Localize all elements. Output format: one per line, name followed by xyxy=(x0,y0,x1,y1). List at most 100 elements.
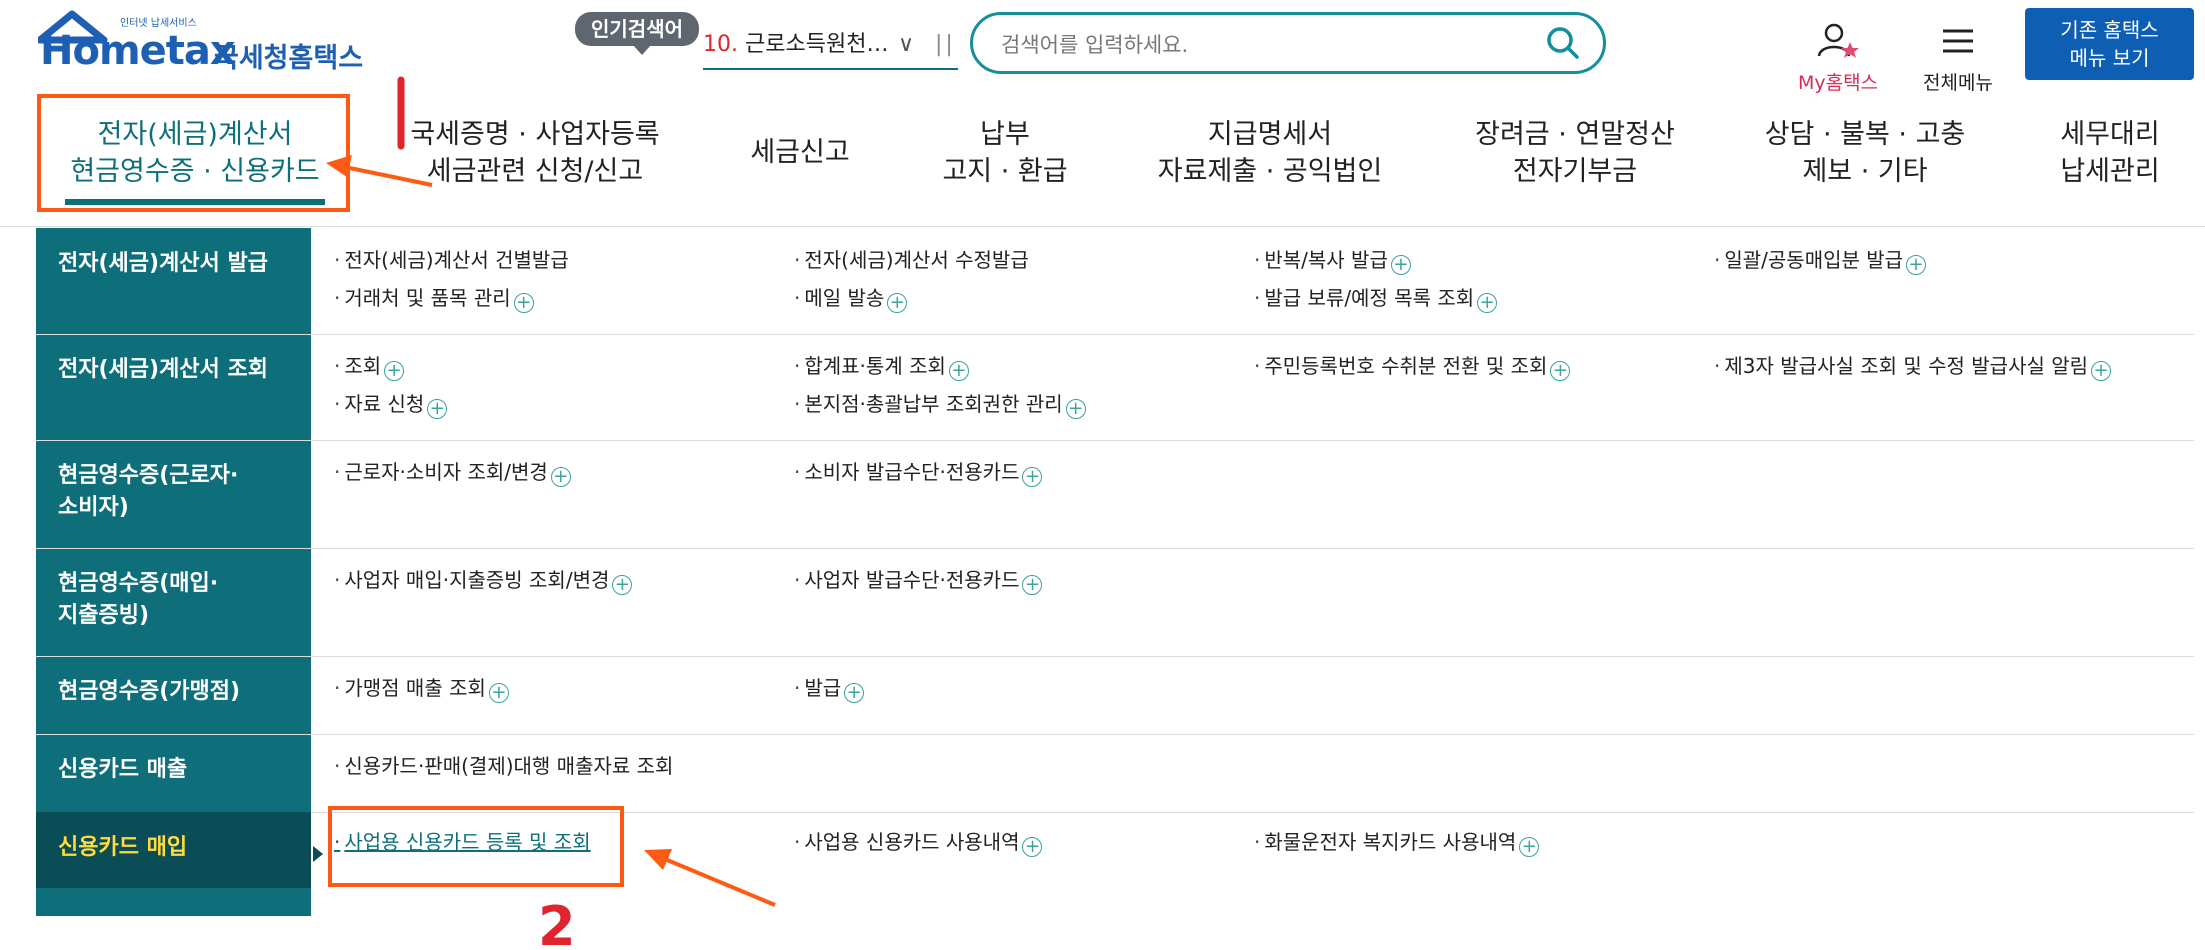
menu-category-e-invoice-issue[interactable]: 전자(세금)계산서 발급 xyxy=(36,228,311,334)
plus-circle-icon[interactable]: + xyxy=(612,575,633,595)
link-label: 발급 xyxy=(804,676,842,700)
category-label: 소비자) xyxy=(58,495,129,520)
nav-payment[interactable]: 납부 고지 · 환급 xyxy=(925,116,1085,190)
menu-link[interactable]: 일괄/공동매입분 발급+ xyxy=(1714,246,1927,275)
menu-link[interactable]: 사업자 발급수단·전용카드+ xyxy=(794,566,1043,595)
nav-tax-return[interactable]: 세금신고 xyxy=(720,134,880,171)
menu-link[interactable]: 제3자 발급사실 조회 및 수정 발급사실 알림+ xyxy=(1714,352,2112,381)
category-label: 현금영수증(가맹점) xyxy=(58,679,241,704)
link-label: 조회 xyxy=(344,354,382,378)
link-label: 전자(세금)계산서 건별발급 xyxy=(344,248,569,272)
menu-link[interactable]: 합계표·통계 조회+ xyxy=(794,352,969,381)
popular-term: 근로소득원천… xyxy=(745,32,889,57)
menu-link[interactable]: 거래처 및 품목 관리+ xyxy=(334,284,534,313)
plus-circle-icon[interactable]: + xyxy=(887,293,908,313)
menu-row-e-invoice-inquiry: 전자(세금)계산서 조회 조회+ 합계표·통계 조회+ 주민등록번호 수취분 전… xyxy=(36,334,2194,441)
plus-circle-icon[interactable]: + xyxy=(1477,293,1498,313)
plus-circle-icon[interactable]: + xyxy=(550,467,571,487)
link-label: 메일 발송 xyxy=(804,286,885,310)
link-label: 거래처 및 품목 관리 xyxy=(344,286,511,310)
nav-line2: 제보 · 기타 xyxy=(1802,156,1928,187)
logo-korean: 국세청홈택스 xyxy=(214,43,364,74)
nav-line1: 세무대리 xyxy=(2060,119,2160,150)
plus-circle-icon[interactable]: + xyxy=(384,361,405,381)
category-label: 현금영수증(매입· xyxy=(58,571,219,596)
nav-tax-agent[interactable]: 세무대리 납세관리 xyxy=(2030,116,2190,190)
menu-row-cash-receipt-consumer: 현금영수증(근로자· 소비자) 근로자·소비자 조회/변경+ 소비자 발급수단·… xyxy=(36,440,2194,549)
menu-category-cash-receipt-merchant[interactable]: 현금영수증(가맹점) xyxy=(36,656,311,734)
nav-payment-statement[interactable]: 지급명세서 자료제출 · 공익법인 xyxy=(1130,116,1410,190)
old-hometax-menu-button[interactable]: 기존 홈택스 메뉴 보기 xyxy=(2025,8,2194,80)
plus-circle-icon[interactable]: + xyxy=(1022,837,1043,857)
nav-line1: 장려금 · 연말정산 xyxy=(1475,119,1675,150)
hometax-logo[interactable]: 인터넷 납세서비스 Hometax 국세청홈택스 xyxy=(36,8,368,78)
menu-link[interactable]: 사업용 신용카드 사용내역+ xyxy=(794,828,1043,857)
plus-circle-icon[interactable]: + xyxy=(2091,361,2112,381)
old-menu-line1: 기존 홈택스 xyxy=(2060,18,2159,42)
plus-circle-icon[interactable]: + xyxy=(1906,255,1927,275)
nav-line1: 지급명세서 xyxy=(1207,119,1333,150)
menu-link[interactable]: 주민등록번호 수취분 전환 및 조회+ xyxy=(1254,352,1571,381)
menu-link[interactable]: 근로자·소비자 조회/변경+ xyxy=(334,458,571,487)
search-input[interactable] xyxy=(999,27,1523,63)
search-box xyxy=(970,12,1606,74)
all-menu-button[interactable]: 전체메뉴 xyxy=(1913,22,2003,95)
link-label: 제3자 발급사실 조회 및 수정 발급사실 알림 xyxy=(1724,354,2089,378)
link-label: 화물운전자 복지카드 사용내역 xyxy=(1264,830,1517,854)
nav-line2: 고지 · 환급 xyxy=(942,156,1068,187)
menu-link[interactable]: 본지점·총괄납부 조회권한 관리+ xyxy=(794,390,1086,419)
link-label: 반복/복사 발급 xyxy=(1264,248,1388,272)
nav-line1: 세금신고 xyxy=(750,137,850,168)
menu-category-cash-receipt-business[interactable]: 현금영수증(매입· 지출증빙) xyxy=(36,548,311,656)
menu-category-credit-card-purchase[interactable]: 신용카드 매입 xyxy=(36,812,323,888)
menu-link[interactable]: 전자(세금)계산서 수정발급 xyxy=(794,246,1029,274)
menu-link[interactable]: 전자(세금)계산서 건별발급 xyxy=(334,246,569,274)
my-hometax-button[interactable]: My홈택스 xyxy=(1788,22,1888,95)
popular-search-ticker[interactable]: 10. 근로소득원천… ∨ | | xyxy=(703,26,958,70)
chevron-down-icon[interactable]: ∨ xyxy=(898,26,914,64)
logo-wordmark: Hometax xyxy=(40,28,236,74)
hamburger-menu-icon xyxy=(1943,29,1973,53)
menu-link[interactable]: 발급+ xyxy=(794,674,865,703)
link-label: 신용카드·판매(결제)대행 매출자료 조회 xyxy=(344,754,674,778)
menu-category-credit-card-sales[interactable]: 신용카드 매출 xyxy=(36,734,311,812)
menu-category-e-invoice-inquiry[interactable]: 전자(세금)계산서 조회 xyxy=(36,334,311,440)
plus-circle-icon[interactable]: + xyxy=(1550,361,1571,381)
plus-circle-icon[interactable]: + xyxy=(1519,837,1540,857)
plus-circle-icon[interactable]: + xyxy=(1022,575,1043,595)
menu-link[interactable]: 신용카드·판매(결제)대행 매출자료 조회 xyxy=(334,752,673,780)
menu-link[interactable]: 가맹점 매출 조회+ xyxy=(334,674,509,703)
category-label: 전자(세금)계산서 발급 xyxy=(58,251,268,276)
menu-link[interactable]: 메일 발송+ xyxy=(794,284,908,313)
link-label: 본지점·총괄납부 조회권한 관리 xyxy=(804,392,1063,416)
plus-circle-icon[interactable]: + xyxy=(948,361,969,381)
plus-circle-icon[interactable]: + xyxy=(1390,255,1411,275)
menu-category-cash-receipt-consumer[interactable]: 현금영수증(근로자· 소비자) xyxy=(36,440,311,548)
nav-consult-appeal[interactable]: 상담 · 불복 · 고충 제보 · 기타 xyxy=(1745,116,1985,190)
plus-circle-icon[interactable]: + xyxy=(488,683,509,703)
plus-circle-icon[interactable]: + xyxy=(513,293,534,313)
category-label: 전자(세금)계산서 조회 xyxy=(58,357,268,382)
menu-link[interactable]: 반복/복사 발급+ xyxy=(1254,246,1411,275)
nav-tax-certificate-registration[interactable]: 국세증명 · 사업자등록 세금관련 신청/신고 xyxy=(395,116,675,190)
plus-circle-icon[interactable]: + xyxy=(1022,467,1043,487)
pause-icon[interactable]: | | xyxy=(935,26,953,64)
menu-link[interactable]: 화물운전자 복지카드 사용내역+ xyxy=(1254,828,1540,857)
menu-link[interactable]: 조회+ xyxy=(334,352,405,381)
user-star-icon xyxy=(1817,23,1859,58)
my-hometax-label: My홈택스 xyxy=(1797,72,1879,94)
search-icon[interactable] xyxy=(1545,25,1581,61)
plus-circle-icon[interactable]: + xyxy=(844,683,865,703)
plus-circle-icon[interactable]: + xyxy=(427,399,448,419)
link-label: 전자(세금)계산서 수정발급 xyxy=(804,248,1029,272)
plus-circle-icon[interactable]: + xyxy=(1065,399,1086,419)
annotation-highlight-link xyxy=(328,806,624,887)
menu-link[interactable]: 자료 신청+ xyxy=(334,390,448,419)
link-label: 사업용 신용카드 사용내역 xyxy=(804,830,1020,854)
nav-incentive-year-end[interactable]: 장려금 · 연말정산 전자기부금 xyxy=(1455,116,1695,190)
nav-line1: 납부 xyxy=(980,119,1030,150)
menu-link[interactable]: 발급 보류/예정 목록 조회+ xyxy=(1254,284,1498,313)
menu-link[interactable]: 사업자 매입·지출증빙 조회/변경+ xyxy=(334,566,633,595)
menu-link[interactable]: 소비자 발급수단·전용카드+ xyxy=(794,458,1043,487)
link-label: 합계표·통계 조회 xyxy=(804,354,946,378)
